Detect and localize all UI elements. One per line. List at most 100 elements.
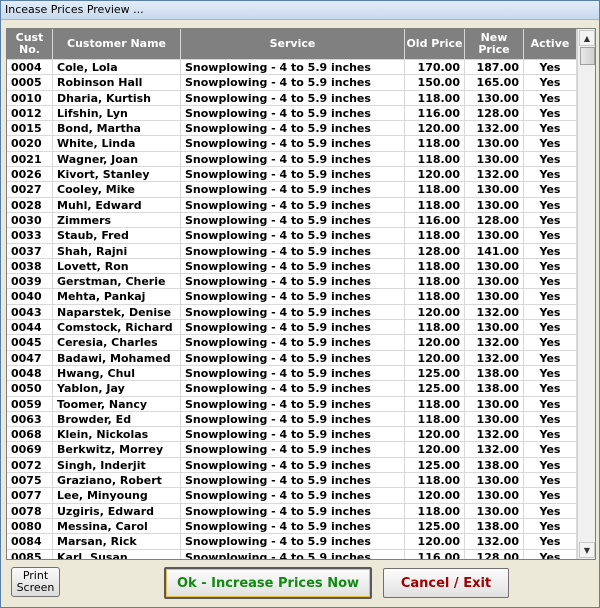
- column-header-cust-no[interactable]: Cust No.: [7, 29, 53, 60]
- table-row[interactable]: 0012 Lifshin, Lyn Snowplowing - 4 to 5.9 i…: [7, 105, 577, 122]
- vertical-scrollbar[interactable]: ▲ ▼: [577, 29, 595, 559]
- service-cell: Snowplowing - 4 to 5.9 inches: [181, 457, 405, 474]
- column-header-old-price[interactable]: Old Price: [405, 29, 465, 60]
- service-cell: Snowplowing - 4 to 5.9 inches: [181, 335, 405, 351]
- active-cell: Yes: [524, 304, 577, 321]
- service-cell: Snowplowing - 4 to 5.9 inches: [181, 167, 405, 183]
- customer-name-cell: Klein, Nickolas: [53, 427, 181, 443]
- column-header-active[interactable]: Active: [524, 29, 577, 60]
- customer-name-cell: Wagner, Joan: [53, 151, 181, 168]
- table-row[interactable]: 0026 Kivort, Stanley Snowplowing - 4 to 5.…: [7, 167, 577, 183]
- cust-no-cell: 0080: [7, 518, 53, 535]
- table-row[interactable]: 0030 Zimmers Snowplowing - 4 to 5.9 inches…: [7, 212, 577, 229]
- column-header-service[interactable]: Service: [181, 29, 405, 60]
- service-cell: Snowplowing - 4 to 5.9 inches: [181, 182, 405, 198]
- cust-no-cell: 0040: [7, 289, 53, 305]
- service-cell: Snowplowing - 4 to 5.9 inches: [181, 228, 405, 244]
- table-row[interactable]: 0050 Yablon, Jay Snowplowing - 4 to 5.9 in…: [7, 381, 577, 397]
- old-price-cell: 118.00: [405, 320, 465, 336]
- table-row[interactable]: 0045 Ceresia, Charles Snowplowing - 4 to 5…: [7, 335, 577, 351]
- table-row[interactable]: 0039 Gerstman, Cherie Snowplowing - 4 to 5…: [7, 274, 577, 290]
- arrow-up-icon[interactable]: ▲: [579, 30, 595, 46]
- cancel-exit-button[interactable]: Cancel / Exit: [383, 568, 509, 598]
- customer-name-cell: Comstock, Richard: [53, 320, 181, 336]
- customer-name-cell: Robinson Hall: [53, 75, 181, 91]
- table-row[interactable]: 0044 Comstock, Richard Snowplowing - 4 to …: [7, 320, 577, 336]
- title-bar[interactable]: Incease Prices Preview ...: [1, 1, 599, 20]
- old-price-cell: 150.00: [405, 75, 465, 91]
- customer-name-cell: Naparstek, Denise: [53, 304, 181, 321]
- customer-name-cell: Toomer, Nancy: [53, 396, 181, 412]
- active-cell: Yes: [524, 258, 577, 275]
- customer-name-cell: Lovett, Ron: [53, 258, 181, 275]
- table-row[interactable]: 0015 Bond, Martha Snowplowing - 4 to 5.9 i…: [7, 121, 577, 137]
- old-price-cell: 118.00: [405, 136, 465, 152]
- service-cell: Snowplowing - 4 to 5.9 inches: [181, 381, 405, 397]
- column-header-customer-name[interactable]: Customer Name: [53, 29, 181, 60]
- table-row[interactable]: 0075 Graziano, Robert Snowplowing - 4 to 5…: [7, 473, 577, 489]
- cust-no-cell: 0015: [7, 121, 53, 137]
- old-price-cell: 118.00: [405, 228, 465, 244]
- old-price-cell: 120.00: [405, 335, 465, 351]
- cust-no-cell: 0020: [7, 136, 53, 152]
- new-price-cell: 128.00: [465, 212, 524, 229]
- arrow-down-icon[interactable]: ▼: [579, 542, 595, 558]
- table-row[interactable]: 0028 Muhl, Edward Snowplowing - 4 to 5.9 i…: [7, 197, 577, 213]
- old-price-cell: 118.00: [405, 289, 465, 305]
- new-price-cell: 128.00: [465, 105, 524, 122]
- table-row[interactable]: 0010 Dharia, Kurtish Snowplowing - 4 to 5.…: [7, 90, 577, 106]
- table-row[interactable]: 0021 Wagner, Joan Snowplowing - 4 to 5.9 i…: [7, 151, 577, 168]
- service-cell: Snowplowing - 4 to 5.9 inches: [181, 90, 405, 106]
- prices-grid: Cust No. Customer Name Service Old Price…: [6, 28, 596, 560]
- table-row[interactable]: 0048 Hwang, Chul Snowplowing - 4 to 5.9 in…: [7, 365, 577, 382]
- new-price-cell: 130.00: [465, 473, 524, 489]
- new-price-cell: 130.00: [465, 182, 524, 198]
- service-cell: Snowplowing - 4 to 5.9 inches: [181, 243, 405, 259]
- table-row[interactable]: 0072 Singh, Inderjit Snowplowing - 4 to 5.…: [7, 457, 577, 474]
- table-row[interactable]: 0085 Karl, Susan Snowplowing - 4 to 5.9 in…: [7, 549, 577, 559]
- active-cell: Yes: [524, 212, 577, 229]
- table-row[interactable]: 0059 Toomer, Nancy Snowplowing - 4 to 5.9 …: [7, 396, 577, 412]
- active-cell: Yes: [524, 60, 577, 76]
- table-row[interactable]: 0038 Lovett, Ron Snowplowing - 4 to 5.9 in…: [7, 258, 577, 275]
- table-row[interactable]: 0078 Uzgiris, Edward Snowplowing - 4 to 5.…: [7, 503, 577, 519]
- cust-no-cell: 0021: [7, 151, 53, 168]
- customer-name-cell: Staub, Fred: [53, 228, 181, 244]
- customer-name-cell: Badawi, Mohamed: [53, 350, 181, 366]
- active-cell: Yes: [524, 197, 577, 213]
- new-price-cell: 130.00: [465, 258, 524, 275]
- old-price-cell: 118.00: [405, 197, 465, 213]
- table-row[interactable]: 0020 White, Linda Snowplowing - 4 to 5.9 i…: [7, 136, 577, 152]
- table-row[interactable]: 0047 Badawi, Mohamed Snowplowing - 4 to 5.…: [7, 350, 577, 366]
- table-row[interactable]: 0084 Marsan, Rick Snowplowing - 4 to 5.9 i…: [7, 534, 577, 550]
- service-cell: Snowplowing - 4 to 5.9 inches: [181, 365, 405, 382]
- table-row[interactable]: 0005 Robinson Hall Snowplowing - 4 to 5.9 …: [7, 75, 577, 91]
- table-row[interactable]: 0068 Klein, Nickolas Snowplowing - 4 to 5.…: [7, 427, 577, 443]
- table-row[interactable]: 0040 Mehta, Pankaj Snowplowing - 4 to 5.9 …: [7, 289, 577, 305]
- new-price-cell: 132.00: [465, 167, 524, 183]
- service-cell: Snowplowing - 4 to 5.9 inches: [181, 473, 405, 489]
- active-cell: Yes: [524, 320, 577, 336]
- table-row[interactable]: 0043 Naparstek, Denise Snowplowing - 4 to …: [7, 304, 577, 321]
- new-price-cell: 130.00: [465, 411, 524, 428]
- active-cell: Yes: [524, 396, 577, 412]
- new-price-cell: 132.00: [465, 350, 524, 366]
- table-row[interactable]: 0027 Cooley, Mike Snowplowing - 4 to 5.9 i…: [7, 182, 577, 198]
- table-row[interactable]: 0063 Browder, Ed Snowplowing - 4 to 5.9 in…: [7, 411, 577, 428]
- column-header-new-price[interactable]: New Price: [465, 29, 524, 60]
- table-row[interactable]: 0080 Messina, Carol Snowplowing - 4 to 5.9…: [7, 518, 577, 535]
- active-cell: Yes: [524, 365, 577, 382]
- table-row[interactable]: 0077 Lee, Minyoung Snowplowing - 4 to 5.9 …: [7, 488, 577, 504]
- table-row[interactable]: 0004 Cole, Lola Snowplowing - 4 to 5.9 inc…: [7, 60, 577, 76]
- table-row[interactable]: 0037 Shah, Rajni Snowplowing - 4 to 5.9 in…: [7, 243, 577, 259]
- active-cell: Yes: [524, 411, 577, 428]
- scrollbar-thumb[interactable]: [580, 47, 595, 65]
- print-screen-button[interactable]: Print Screen: [11, 567, 60, 597]
- ok-increase-prices-button[interactable]: Ok - Increase Prices Now: [164, 567, 372, 599]
- table-row[interactable]: 0069 Berkwitz, Morrey Snowplowing - 4 to 5…: [7, 442, 577, 458]
- customer-name-cell: Lee, Minyoung: [53, 488, 181, 504]
- service-cell: Snowplowing - 4 to 5.9 inches: [181, 75, 405, 91]
- new-price-cell: 130.00: [465, 396, 524, 412]
- table-row[interactable]: 0033 Staub, Fred Snowplowing - 4 to 5.9 in…: [7, 228, 577, 244]
- cust-no-cell: 0039: [7, 274, 53, 290]
